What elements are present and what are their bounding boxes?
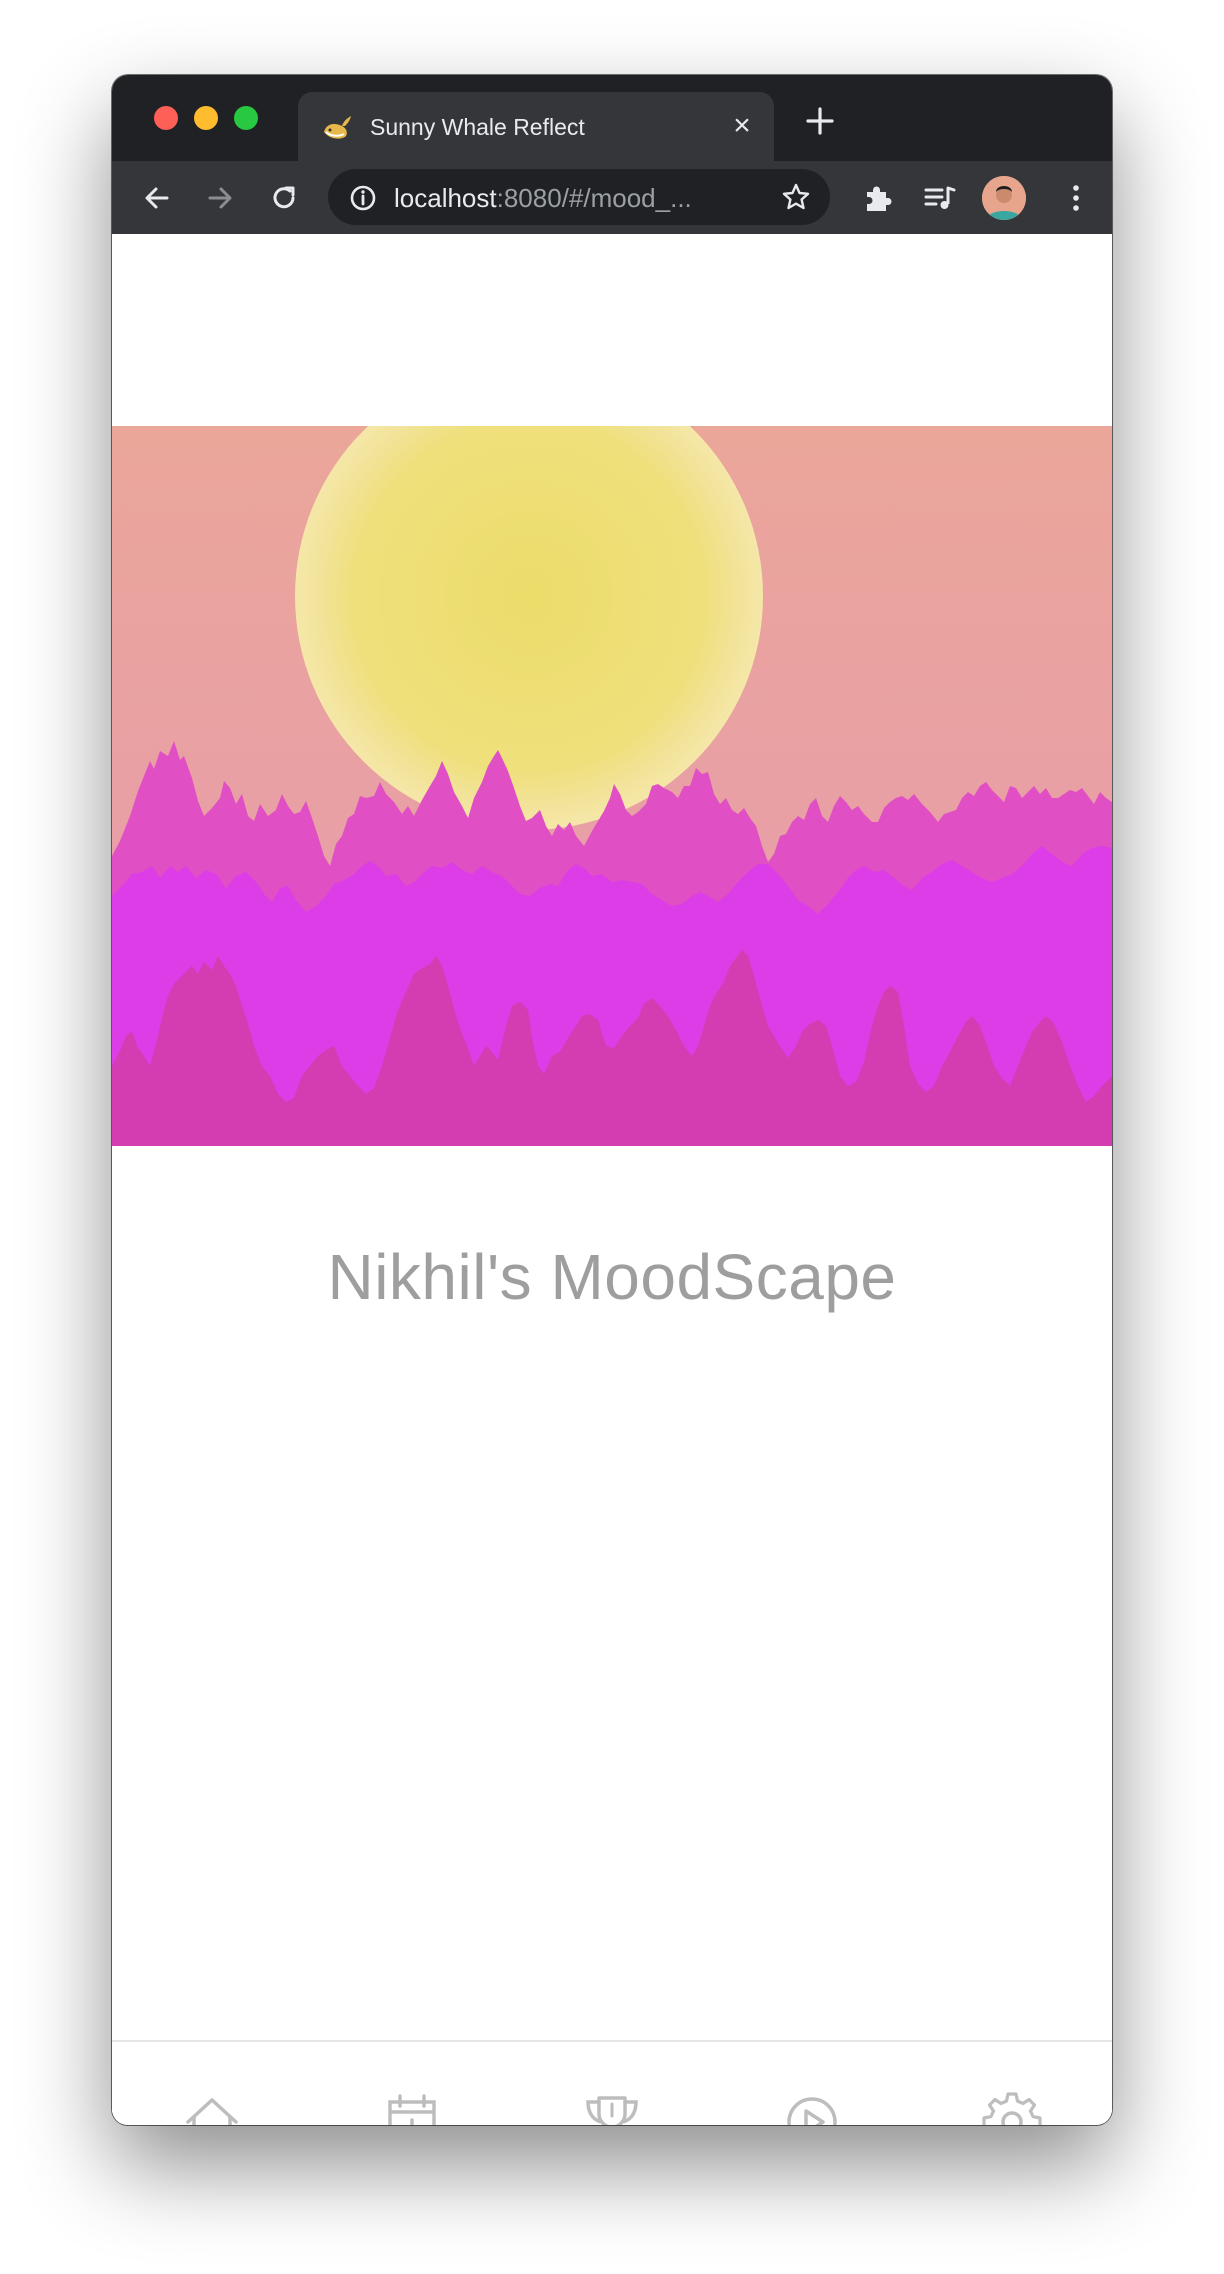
star-icon[interactable]	[780, 181, 812, 213]
media-queue-icon[interactable]	[920, 178, 960, 218]
page-content: Nikhil's MoodScape	[112, 234, 1112, 2125]
home-icon[interactable]	[182, 2092, 242, 2125]
address-bar[interactable]: localhost:8080/#/mood_...	[328, 169, 830, 225]
arrow-right-icon[interactable]	[200, 178, 240, 218]
profile-avatar[interactable]	[982, 176, 1026, 220]
puzzle-icon[interactable]	[858, 178, 898, 218]
browser-window: Sunny Whale Reflect × localhost:8080/#/m…	[112, 75, 1112, 2125]
moodscape-scene	[112, 426, 1112, 1146]
minimize-window-button[interactable]	[194, 106, 218, 130]
arrow-left-icon[interactable]	[137, 178, 177, 218]
tab-bar: Sunny Whale Reflect ×	[112, 75, 1112, 161]
bottom-nav	[112, 2040, 1112, 2125]
tab-active[interactable]: Sunny Whale Reflect ×	[298, 92, 774, 161]
trophy-icon[interactable]	[582, 2092, 642, 2125]
maximize-window-button[interactable]	[234, 106, 258, 130]
calendar-plus-icon[interactable]	[382, 2092, 442, 2125]
play-circle-icon[interactable]	[782, 2092, 842, 2125]
browser-toolbar: localhost:8080/#/mood_...	[112, 161, 1112, 234]
info-icon[interactable]	[348, 183, 378, 213]
whale-favicon-icon	[324, 116, 351, 139]
avatar-image	[982, 176, 1026, 220]
kebab-menu-icon[interactable]	[1056, 178, 1096, 218]
url-path: :8080/#/mood_...	[496, 183, 692, 213]
close-window-button[interactable]	[154, 106, 178, 130]
reload-icon[interactable]	[264, 178, 304, 218]
page-title: Nikhil's MoodScape	[327, 1241, 897, 1313]
gear-icon[interactable]	[982, 2092, 1042, 2125]
new-tab-icon[interactable]	[802, 103, 838, 139]
tab-title: Sunny Whale Reflect	[370, 114, 585, 140]
url-text: localhost:8080/#/mood_...	[394, 183, 692, 214]
url-host: localhost	[394, 183, 497, 213]
close-tab-icon[interactable]: ×	[728, 111, 756, 141]
